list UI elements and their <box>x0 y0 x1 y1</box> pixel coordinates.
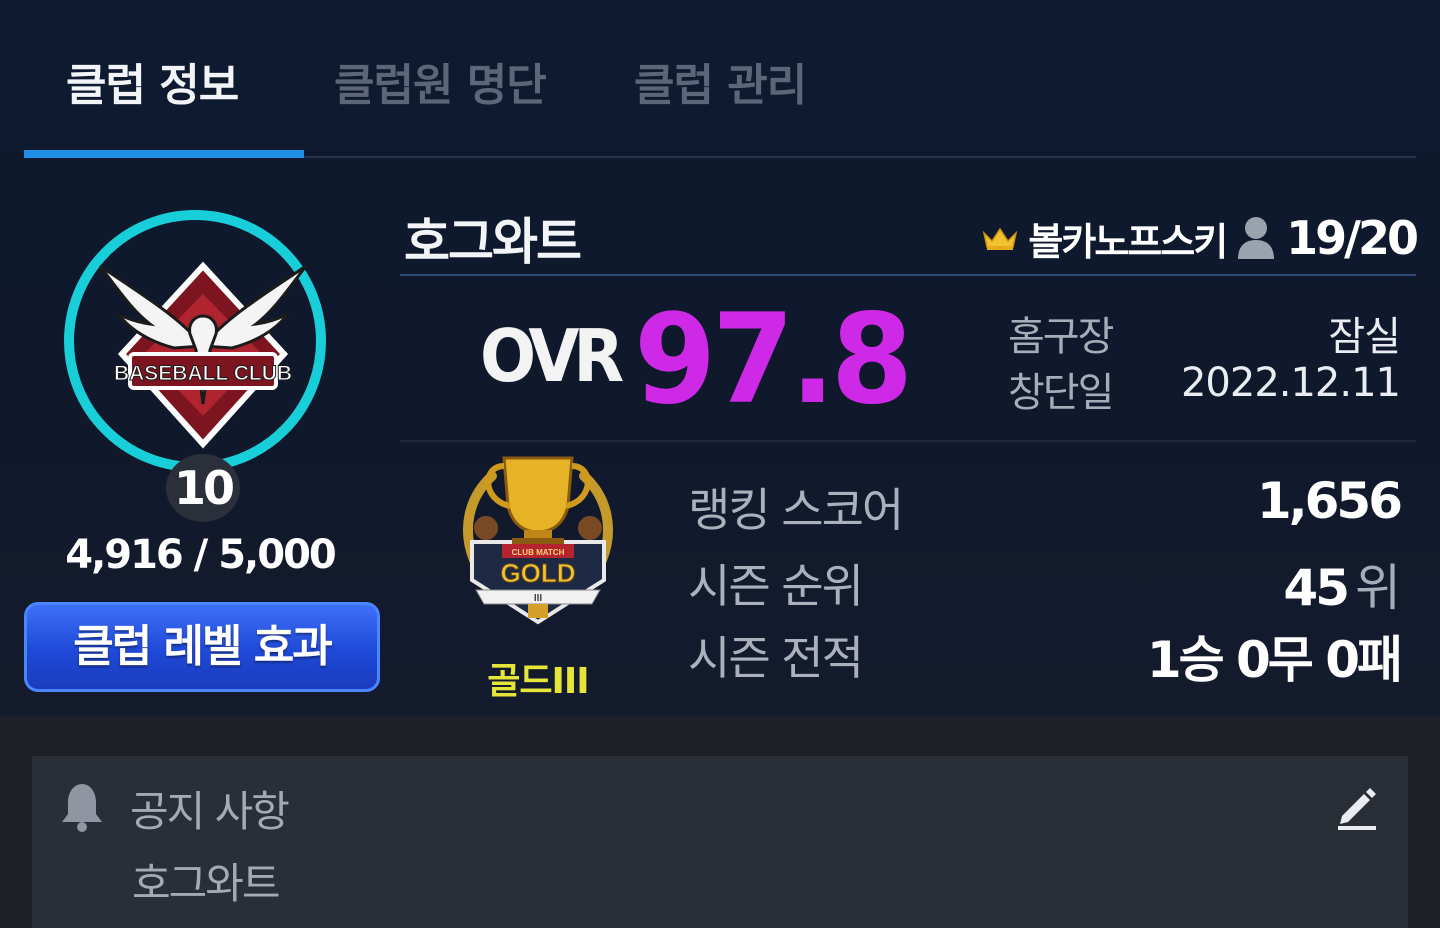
founded-date-label: 창단일 <box>1008 370 1114 416</box>
tab-club-info[interactable]: 클럽 정보 <box>66 56 239 116</box>
notice-body: 호그와트 <box>132 859 281 908</box>
tab-bar: 클럽 정보 클럽원 명단 클럽 관리 <box>24 0 1416 160</box>
season-rank-value: 45 <box>1283 559 1350 617</box>
club-owner-name: 볼카노프스키 <box>1028 219 1228 264</box>
pencil-icon[interactable] <box>1334 784 1380 830</box>
notice-title: 공지 사항 <box>130 787 290 836</box>
ranking-score-value: 1,656 <box>1256 472 1403 530</box>
season-rank: 45 위 <box>1283 548 1401 620</box>
tier-badge-top-text: CLUB MATCH <box>512 548 565 557</box>
ovr-label: OVR <box>480 314 624 399</box>
club-level-effect-button[interactable]: 클럽 레벨 효과 <box>24 602 380 692</box>
ovr-value: 97.8 <box>634 286 913 432</box>
founded-date-value: 2022.12.11 <box>1180 360 1401 406</box>
tab-divider <box>304 156 1416 158</box>
active-tab-indicator <box>24 150 304 158</box>
member-count: 19/20 <box>1286 211 1419 265</box>
middle-divider <box>400 440 1416 442</box>
tab-member-list[interactable]: 클럽원 명단 <box>334 56 547 116</box>
tier-badge-word: GOLD <box>500 558 575 588</box>
season-rank-unit: 위 <box>1355 559 1401 617</box>
season-record-value: 1승 0무 0패 <box>1146 631 1403 689</box>
tab-club-management[interactable]: 클럽 관리 <box>634 56 807 116</box>
club-info-panel: 클럽 정보 클럽원 명단 클럽 관리 BASEBALL CLUB 10 4,91… <box>0 0 1440 716</box>
club-emblem-icon: BASEBALL CLUB <box>98 261 308 449</box>
club-exp-progress: 4,916 / 5,000 <box>65 532 337 578</box>
ranking-score-label: 랭킹 스코어 <box>688 483 904 537</box>
club-name: 호그와트 <box>404 213 582 271</box>
season-record-label: 시즌 전적 <box>688 631 864 685</box>
gold-tier-trophy-icon: CLUB MATCH GOLD III <box>463 456 613 625</box>
home-stadium-value: 잠실 <box>1328 314 1401 360</box>
club-owner-info: 볼카노프스키 19/20 <box>982 206 1419 270</box>
emblem-banner-text: BASEBALL CLUB <box>114 362 292 385</box>
season-rank-label: 시즌 순위 <box>688 559 864 613</box>
home-stadium-label: 홈구장 <box>1008 314 1114 360</box>
tier-badge-sub: III <box>534 593 543 604</box>
tier-name: 골드III <box>487 661 589 702</box>
header-divider <box>400 274 1416 276</box>
club-level-badge: 10 <box>166 454 240 522</box>
person-icon <box>1238 217 1275 259</box>
crown-icon <box>983 227 1018 250</box>
bell-icon <box>62 784 102 832</box>
